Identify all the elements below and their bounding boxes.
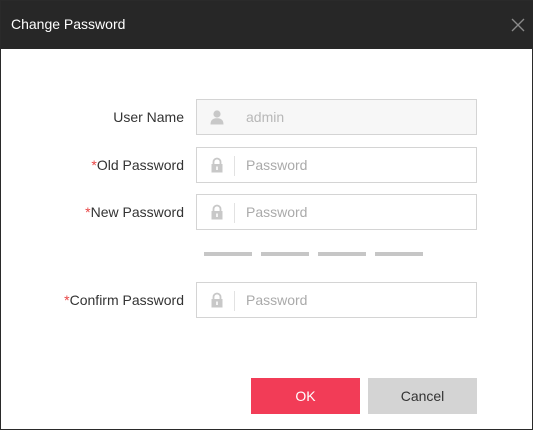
field-separator	[234, 156, 235, 176]
strength-segment	[375, 252, 423, 256]
close-icon[interactable]	[508, 15, 528, 35]
field-separator	[234, 291, 235, 311]
username-input	[246, 100, 466, 134]
strength-segment	[261, 252, 309, 256]
ok-button[interactable]: OK	[251, 378, 360, 414]
old-password-row: *Old Password	[1, 147, 533, 183]
new-password-row: *New Password	[1, 194, 533, 230]
strength-segment	[204, 252, 252, 256]
username-row: User Name	[1, 99, 533, 135]
username-field	[196, 99, 477, 135]
old-password-field[interactable]	[196, 147, 477, 183]
lock-icon	[209, 157, 225, 173]
strength-segment	[318, 252, 366, 256]
cancel-button[interactable]: Cancel	[368, 378, 477, 414]
confirm-password-label: *Confirm Password	[64, 292, 184, 308]
change-password-dialog: Change Password User Name *Old Password	[0, 0, 533, 430]
lock-icon	[209, 292, 225, 308]
old-password-input[interactable]	[246, 148, 466, 182]
user-icon	[209, 109, 225, 125]
new-password-label: *New Password	[85, 204, 184, 220]
confirm-password-input[interactable]	[246, 283, 466, 317]
lock-icon	[209, 204, 225, 220]
new-password-field[interactable]	[196, 194, 477, 230]
new-password-input[interactable]	[246, 195, 466, 229]
old-password-label: *Old Password	[91, 157, 184, 173]
dialog-titlebar: Change Password	[1, 1, 533, 49]
confirm-password-row: *Confirm Password	[1, 282, 533, 318]
dialog-title: Change Password	[11, 16, 126, 32]
username-label: User Name	[113, 109, 184, 125]
field-separator	[234, 203, 235, 223]
confirm-password-field[interactable]	[196, 282, 477, 318]
